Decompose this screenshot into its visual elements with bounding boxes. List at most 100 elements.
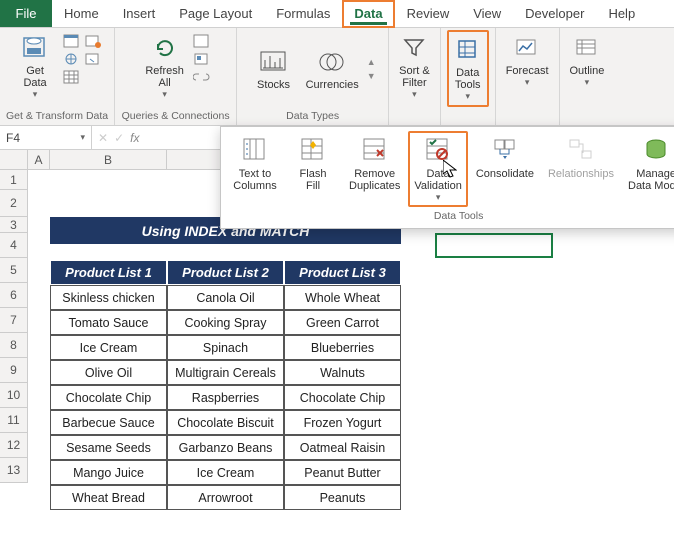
tab-review[interactable]: Review bbox=[395, 0, 462, 28]
outline-icon bbox=[572, 33, 602, 63]
row-header-11[interactable]: 11 bbox=[0, 408, 28, 433]
edit-links-icon[interactable] bbox=[193, 70, 211, 86]
tab-home[interactable]: Home bbox=[52, 0, 111, 28]
tab-data[interactable]: Data bbox=[342, 0, 394, 28]
tab-developer[interactable]: Developer bbox=[513, 0, 596, 28]
row-header-7[interactable]: 7 bbox=[0, 308, 28, 333]
tab-view[interactable]: View bbox=[461, 0, 513, 28]
recent-sources-icon[interactable] bbox=[85, 34, 103, 50]
table-cell[interactable]: Multigrain Cereals bbox=[167, 360, 284, 385]
row-header-8[interactable]: 8 bbox=[0, 333, 28, 358]
from-table-icon[interactable] bbox=[63, 70, 81, 86]
row-header-5[interactable]: 5 bbox=[0, 258, 28, 283]
text-to-columns-button[interactable]: Text to Columns bbox=[227, 131, 283, 207]
scroll-up-icon[interactable]: ▲ bbox=[367, 57, 376, 67]
enter-icon[interactable]: ✓ bbox=[114, 131, 124, 145]
data-validation-button[interactable]: Data Validation ▾ bbox=[408, 131, 468, 207]
dropdown-group-label: Data Tools bbox=[227, 207, 674, 226]
name-box[interactable]: F4 ▾ bbox=[0, 126, 92, 149]
table-cell[interactable]: Ice Cream bbox=[167, 460, 284, 485]
table-cell[interactable]: Cooking Spray bbox=[167, 310, 284, 335]
row-header-4[interactable]: 4 bbox=[0, 233, 28, 258]
currencies-icon bbox=[317, 47, 347, 77]
flash-fill-label: Flash Fill bbox=[300, 168, 327, 192]
table-cell[interactable]: Spinach bbox=[167, 335, 284, 360]
chevron-down-icon: ▾ bbox=[465, 91, 470, 102]
currencies-button[interactable]: Currencies bbox=[302, 44, 363, 94]
from-web-icon[interactable] bbox=[63, 52, 81, 68]
row-header-2[interactable]: 2 bbox=[0, 190, 28, 217]
table-row: Olive OilMultigrain CerealsWalnuts bbox=[50, 360, 401, 385]
relationships-label: Relationships bbox=[548, 168, 614, 180]
row-header-13[interactable]: 13 bbox=[0, 458, 28, 483]
filter-icon bbox=[399, 33, 429, 63]
tab-insert[interactable]: Insert bbox=[111, 0, 168, 28]
table-cell[interactable]: Raspberries bbox=[167, 385, 284, 410]
table-cell[interactable]: Peanuts bbox=[284, 485, 401, 510]
sort-filter-button[interactable]: Sort & Filter ▾ bbox=[395, 30, 434, 103]
select-all-corner[interactable] bbox=[0, 150, 28, 170]
get-data-icon bbox=[20, 33, 50, 63]
consolidate-button[interactable]: Consolidate bbox=[470, 131, 540, 207]
table-cell[interactable]: Tomato Sauce bbox=[50, 310, 167, 335]
remove-duplicates-button[interactable]: Remove Duplicates bbox=[343, 131, 406, 207]
table-cell[interactable]: Olive Oil bbox=[50, 360, 167, 385]
row-header-9[interactable]: 9 bbox=[0, 358, 28, 383]
table-cell[interactable]: Barbecue Sauce bbox=[50, 410, 167, 435]
row-header-6[interactable]: 6 bbox=[0, 283, 28, 308]
table-cell[interactable]: Wheat Bread bbox=[50, 485, 167, 510]
existing-conn-icon[interactable] bbox=[85, 52, 103, 68]
properties-icon[interactable] bbox=[193, 52, 211, 68]
cancel-icon[interactable]: ✕ bbox=[98, 131, 108, 145]
row-header-10[interactable]: 10 bbox=[0, 383, 28, 408]
table-cell[interactable]: Skinless chicken bbox=[50, 285, 167, 310]
flash-fill-button[interactable]: Flash Fill bbox=[285, 131, 341, 207]
outline-button[interactable]: Outline ▾ bbox=[566, 30, 609, 91]
table-cell[interactable]: Oatmeal Raisin bbox=[284, 435, 401, 460]
stocks-button[interactable]: Stocks bbox=[250, 44, 298, 94]
file-tab[interactable]: File bbox=[0, 0, 52, 27]
table-cell[interactable]: Whole Wheat bbox=[284, 285, 401, 310]
forecast-button[interactable]: Forecast ▾ bbox=[502, 30, 553, 91]
table-cell[interactable]: Peanut Butter bbox=[284, 460, 401, 485]
refresh-icon bbox=[150, 33, 180, 63]
relationships-button[interactable]: Relationships bbox=[542, 131, 620, 207]
table-header-row: Product List 1 Product List 2 Product Li… bbox=[50, 260, 401, 285]
refresh-label: Refresh All bbox=[145, 65, 184, 89]
from-text-icon[interactable] bbox=[63, 34, 81, 50]
col-header-a[interactable]: A bbox=[28, 150, 50, 170]
scroll-down-icon[interactable]: ▼ bbox=[367, 71, 376, 81]
table-cell[interactable]: Chocolate Chip bbox=[284, 385, 401, 410]
table-cell[interactable]: Sesame Seeds bbox=[50, 435, 167, 460]
table-cell[interactable]: Green Carrot bbox=[284, 310, 401, 335]
title-bar: File Home Insert Page Layout Formulas Da… bbox=[0, 0, 674, 28]
row-header-1[interactable]: 1 bbox=[0, 170, 28, 190]
table-cell[interactable]: Arrowroot bbox=[167, 485, 284, 510]
manage-data-model-label: Manage Data Model bbox=[628, 168, 674, 192]
queries-conn-icon[interactable] bbox=[193, 34, 211, 50]
tab-help[interactable]: Help bbox=[596, 0, 647, 28]
table-cell[interactable]: Walnuts bbox=[284, 360, 401, 385]
row-header-3[interactable]: 3 bbox=[0, 217, 28, 233]
refresh-all-button[interactable]: Refresh All ▾ bbox=[141, 30, 189, 103]
consolidate-icon bbox=[490, 135, 520, 165]
table-cell[interactable]: Chocolate Biscuit bbox=[167, 410, 284, 435]
data-tools-button[interactable]: Data Tools ▾ bbox=[447, 30, 489, 107]
tab-page-layout[interactable]: Page Layout bbox=[167, 0, 264, 28]
col-header-b[interactable]: B bbox=[50, 150, 167, 170]
table-cell[interactable]: Garbanzo Beans bbox=[167, 435, 284, 460]
table-cell[interactable]: Canola Oil bbox=[167, 285, 284, 310]
name-box-value: F4 bbox=[6, 131, 20, 145]
table-cell[interactable]: Chocolate Chip bbox=[50, 385, 167, 410]
tab-formulas[interactable]: Formulas bbox=[264, 0, 342, 28]
get-data-button[interactable]: Get Data ▾ bbox=[11, 30, 59, 103]
table-cell[interactable]: Frozen Yogurt bbox=[284, 410, 401, 435]
manage-data-model-button[interactable]: Manage Data Model bbox=[622, 131, 674, 207]
table-cell[interactable]: Mango Juice bbox=[50, 460, 167, 485]
table-cell[interactable]: Ice Cream bbox=[50, 335, 167, 360]
fx-icon[interactable]: fx bbox=[130, 131, 139, 145]
row-header-12[interactable]: 12 bbox=[0, 433, 28, 458]
table-cell[interactable]: Blueberries bbox=[284, 335, 401, 360]
forecast-icon bbox=[512, 33, 542, 63]
fx-controls: ✕ ✓ fx bbox=[92, 131, 145, 145]
